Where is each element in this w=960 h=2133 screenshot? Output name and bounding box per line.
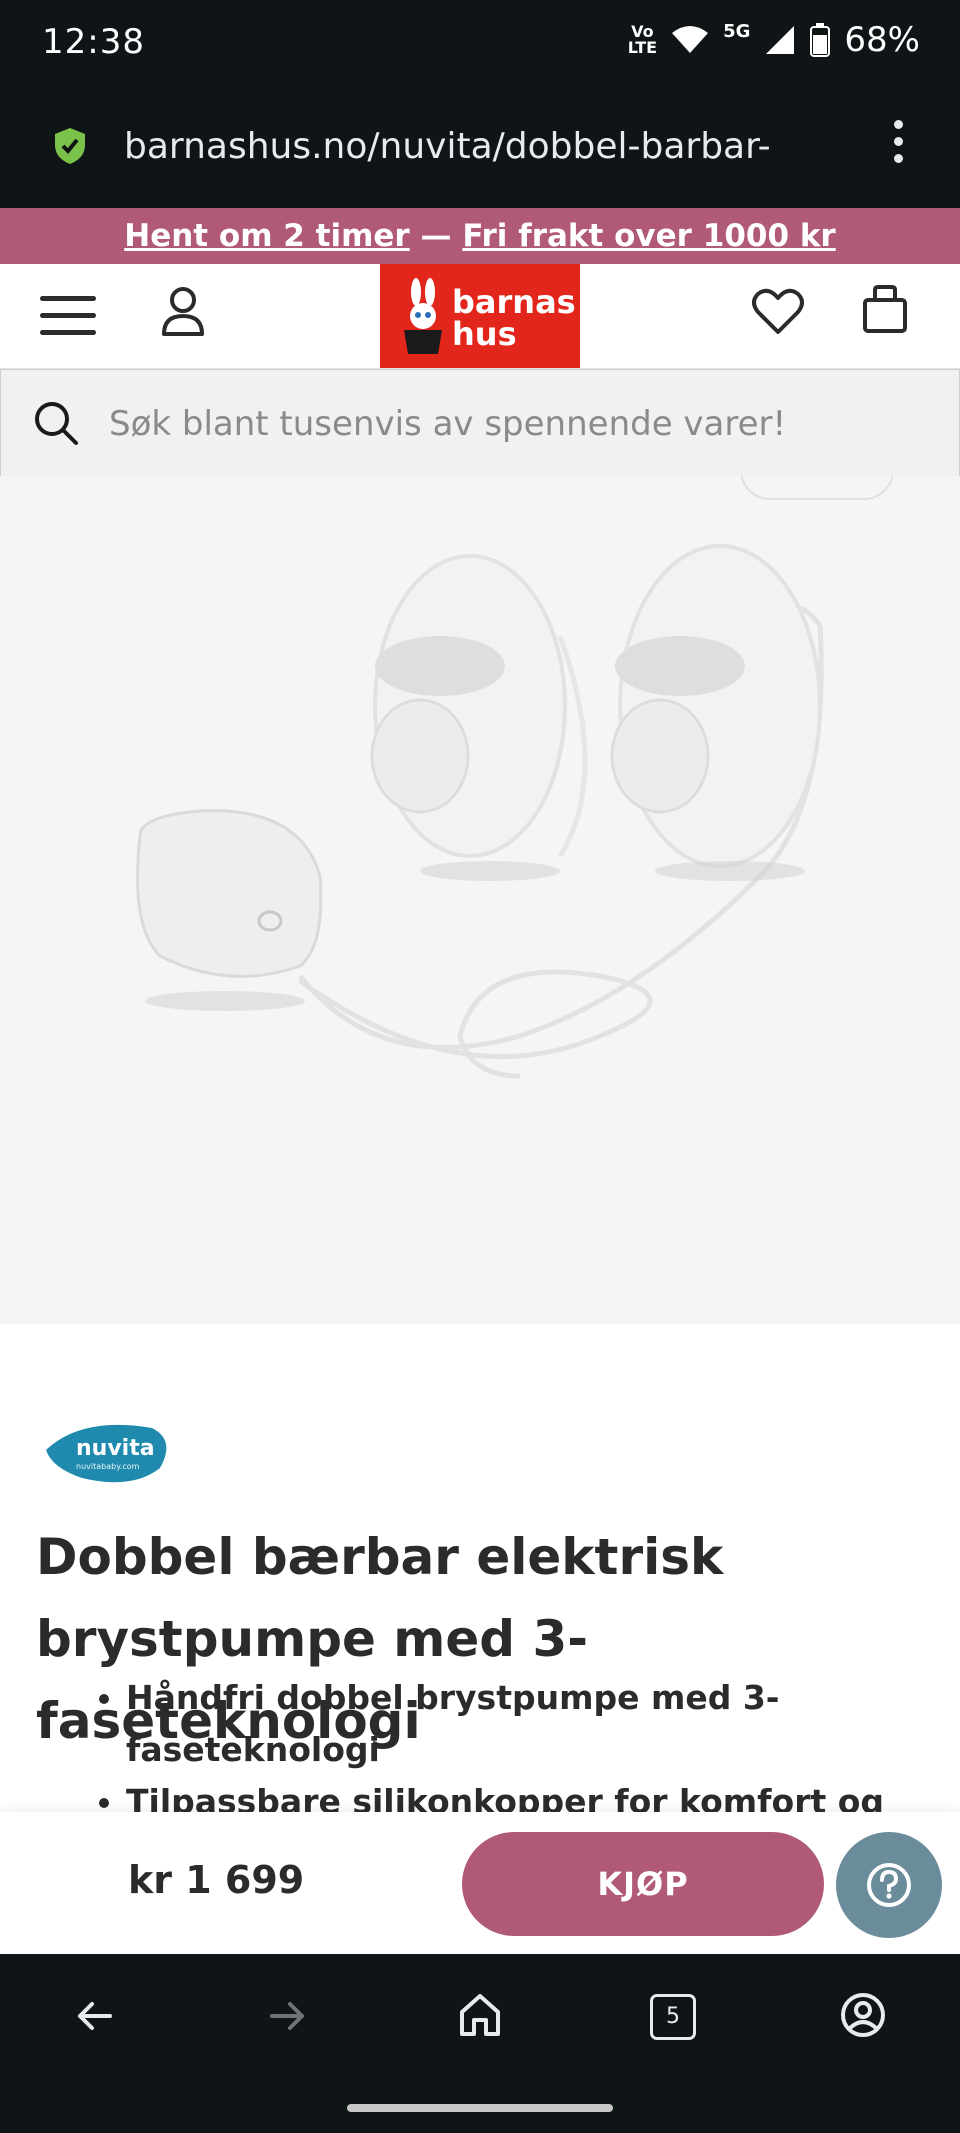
search-bar[interactable]: Søk blant tusenvis av spennende varer! bbox=[0, 369, 960, 477]
help-question-icon bbox=[867, 1863, 911, 1907]
back-arrow-icon[interactable] bbox=[74, 1996, 114, 2036]
battery-icon bbox=[810, 23, 831, 57]
pickup-link[interactable]: Hent om 2 timer bbox=[124, 218, 409, 254]
product-features-list: Håndfri dobbel brystpumpe med 3-fasetekn… bbox=[90, 1672, 956, 1828]
battery-percent: 68% bbox=[844, 20, 920, 60]
search-input[interactable]: Søk blant tusenvis av spennende varer! bbox=[109, 404, 786, 444]
help-button[interactable] bbox=[836, 1832, 942, 1938]
menu-icon[interactable] bbox=[40, 296, 96, 347]
breast-pump-image bbox=[136, 544, 824, 1079]
cart-bag-icon[interactable] bbox=[862, 284, 908, 334]
brand-logo-subtext: nuvitababy.com bbox=[76, 1462, 140, 1471]
product-price: kr 1 699 bbox=[128, 1858, 305, 1902]
buy-button[interactable]: KJØP bbox=[462, 1832, 824, 1936]
status-time: 12:38 bbox=[42, 22, 145, 62]
url-text[interactable]: barnashus.no/nuvita/dobbel-barbar- bbox=[124, 126, 834, 167]
account-icon[interactable] bbox=[160, 286, 206, 338]
browser-menu-icon[interactable] bbox=[894, 120, 904, 171]
free-shipping-link[interactable]: Fri frakt over 1000 kr bbox=[462, 218, 835, 254]
gesture-handle[interactable] bbox=[347, 2104, 613, 2112]
site-header: barnas hus bbox=[0, 264, 960, 370]
logo-text: barnas hus bbox=[452, 283, 576, 353]
tab-switcher-button[interactable]: 5 bbox=[650, 1994, 696, 2040]
bunny-logo-icon bbox=[404, 278, 442, 354]
feature-item: Håndfri dobbel brystpumpe med 3-fasetekn… bbox=[126, 1672, 956, 1776]
brand-logo[interactable]: nuvita nuvitababy.com bbox=[42, 1420, 170, 1490]
wifi-icon bbox=[672, 26, 709, 53]
status-icons: Vo LTE 5G 68% bbox=[628, 20, 920, 60]
network-type-label: 5G bbox=[723, 21, 751, 42]
volte-icon: Vo LTE bbox=[627, 22, 658, 57]
site-logo[interactable]: barnas hus bbox=[380, 264, 580, 368]
home-icon[interactable] bbox=[458, 1992, 502, 2038]
account-circle-icon[interactable] bbox=[840, 1992, 886, 2038]
search-icon bbox=[35, 402, 78, 445]
browser-url-bar[interactable]: barnashus.no/nuvita/dobbel-barbar- bbox=[0, 86, 960, 208]
product-image[interactable] bbox=[0, 476, 960, 1324]
forward-arrow-icon[interactable] bbox=[268, 1996, 308, 2036]
browser-toolbar: 5 bbox=[0, 1954, 960, 2133]
buy-bar: kr 1 699 KJØP bbox=[0, 1812, 960, 1954]
promo-banner: Hent om 2 timer — Fri frakt over 1000 kr bbox=[0, 208, 960, 264]
secure-shield-icon bbox=[55, 128, 85, 164]
status-bar: 12:38 Vo LTE 5G 68% bbox=[0, 0, 960, 86]
wishlist-heart-icon[interactable] bbox=[752, 288, 804, 336]
brand-logo-text: nuvita bbox=[76, 1436, 155, 1461]
signal-icon bbox=[766, 26, 795, 54]
